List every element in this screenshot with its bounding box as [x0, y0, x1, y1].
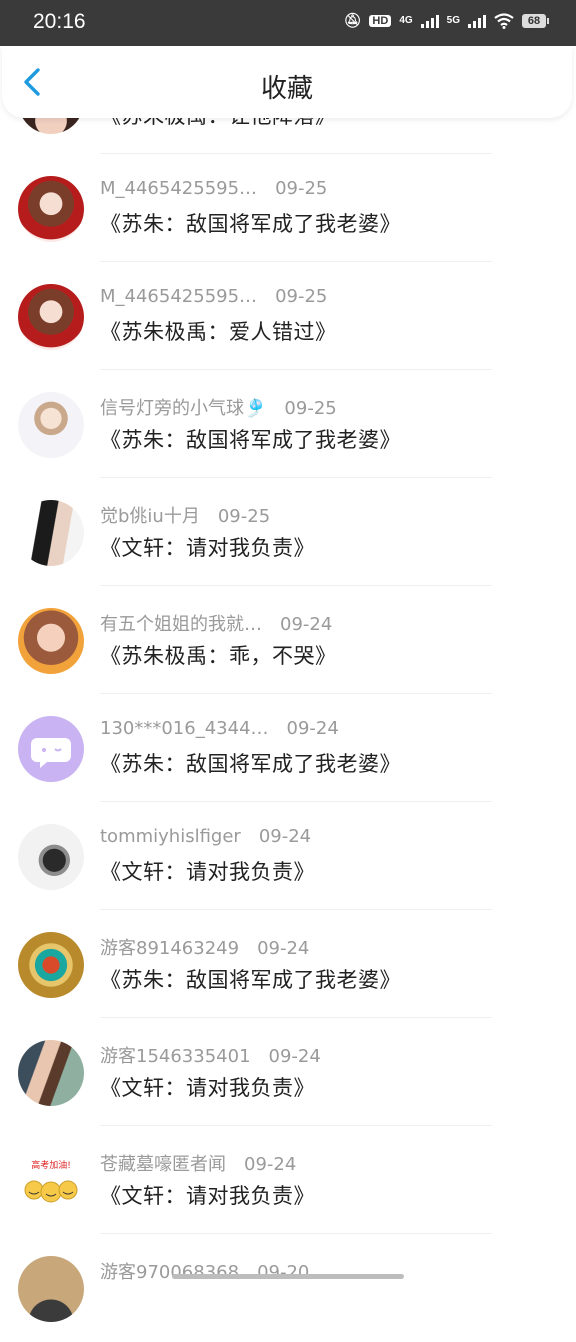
avatar[interactable]	[18, 392, 84, 458]
net-4g-label: 4G	[399, 15, 413, 26]
date: 09-24	[258, 826, 312, 847]
date: 09-25	[284, 398, 337, 419]
list-item[interactable]: 游客970068368 09-20	[0, 1234, 576, 1342]
status-icons: 🔕︎ HD 4G 5G 68	[343, 12, 549, 29]
home-indicator[interactable]	[172, 1274, 404, 1279]
date: 09-24	[268, 1046, 321, 1067]
avatar[interactable]	[18, 932, 84, 998]
user-name: 信号灯旁的小气球🎐	[100, 398, 267, 419]
battery-icon: 68	[522, 13, 549, 28]
wifi-icon	[494, 12, 514, 29]
list-item[interactable]: tommiyhislfiger 09-24 《文轩：请对我负责》	[0, 802, 576, 910]
favorite-title[interactable]: 《文轩：请对我负责》	[100, 856, 315, 886]
favorite-title[interactable]: 《苏朱极禹：爱人错过》	[100, 316, 337, 346]
list-item[interactable]: M_4465425595… 09-25 《苏朱极禹：爱人错过》	[0, 262, 576, 370]
list-item[interactable]: 觉b佻iu十月 09-25 《文轩：请对我负责》	[0, 478, 576, 586]
avatar[interactable]	[18, 716, 84, 782]
date: 09-24	[286, 718, 339, 739]
list-item[interactable]: 游客891463249 09-24 《苏朱：敌国将军成了我老婆》	[0, 910, 576, 1018]
status-time: 20:16	[33, 10, 86, 33]
date: 09-24	[244, 1154, 297, 1175]
list-item[interactable]: 高考加油! 苍藏墓嚎匿者闻 09-24 《文轩：请对我负责》	[0, 1126, 576, 1234]
list-item[interactable]: 游客1546335401 09-24 《文轩：请对我负责》	[0, 1018, 576, 1126]
avatar[interactable]: 高考加油!	[18, 1148, 84, 1214]
list-item[interactable]: 130***016_4344… 09-24 《苏朱：敌国将军成了我老婆》	[0, 694, 576, 802]
avatar[interactable]	[18, 500, 84, 566]
list-item[interactable]: M_4465425595… 09-25 《苏朱：敌国将军成了我老婆》	[0, 154, 576, 262]
user-name: 觉b佻iu十月	[100, 506, 200, 527]
user-name: 游客970068368	[100, 1262, 240, 1283]
avatar[interactable]	[18, 1256, 84, 1322]
favorite-title[interactable]: 《苏朱：敌国将军成了我老婆》	[100, 208, 401, 238]
svg-text:高考加油!: 高考加油!	[31, 1159, 71, 1171]
avatar[interactable]	[18, 1040, 84, 1106]
favorite-title[interactable]: 《苏朱：敌国将军成了我老婆》	[100, 748, 401, 778]
nav-header: 收藏	[2, 46, 572, 118]
avatar[interactable]	[18, 608, 84, 674]
user-name: 有五个姐姐的我就…	[100, 614, 262, 635]
user-name: 游客891463249	[100, 938, 240, 959]
user-name: 苍藏墓嚎匿者闻	[100, 1154, 226, 1175]
signal-icon-2	[468, 14, 486, 28]
list-item[interactable]: 信号灯旁的小气球🎐 09-25 《苏朱：敌国将军成了我老婆》	[0, 370, 576, 478]
page-title: 收藏	[260, 74, 313, 104]
list-item[interactable]: 有五个姐姐的我就… 09-24 《苏朱极禹：乖，不哭》	[0, 586, 576, 694]
favorite-title[interactable]: 《文轩：请对我负责》	[100, 1072, 315, 1102]
user-name: tommiyhislfiger	[100, 826, 241, 847]
date: 09-24	[257, 938, 310, 959]
favorite-title[interactable]: 《文轩：请对我负责》	[100, 1180, 315, 1210]
avatar[interactable]	[18, 284, 84, 350]
favorite-title[interactable]: 《苏朱：敌国将军成了我老婆》	[100, 424, 401, 454]
favorite-title[interactable]: 《文轩：请对我负责》	[100, 532, 315, 562]
user-name: M_4465425595…	[100, 178, 258, 199]
mute-bell-icon: 🔕︎	[343, 12, 362, 28]
user-name: 130***016_4344…	[100, 718, 269, 739]
date: 09-25	[217, 506, 271, 527]
favorite-title[interactable]: 《苏朱极禹：乖，不哭》	[100, 640, 337, 670]
chat-bubble-icon	[31, 738, 71, 768]
status-bar: 20:16 🔕︎ HD 4G 5G 68	[0, 0, 576, 46]
date: 09-25	[275, 286, 328, 307]
signal-icon-1	[420, 14, 439, 28]
date: 09-24	[280, 614, 333, 635]
emoji-group-icon: 高考加油!	[24, 1159, 78, 1203]
favorite-title[interactable]: 《苏朱：敌国将军成了我老婆》	[100, 964, 401, 994]
user-name: 游客1546335401	[100, 1046, 251, 1067]
avatar[interactable]	[18, 176, 84, 242]
date: 09-25	[275, 178, 328, 199]
net-5g-label: 5G	[446, 15, 460, 26]
avatar[interactable]	[18, 824, 84, 890]
user-name: M_4465425595…	[100, 286, 258, 307]
hd-icon: HD	[369, 14, 392, 27]
